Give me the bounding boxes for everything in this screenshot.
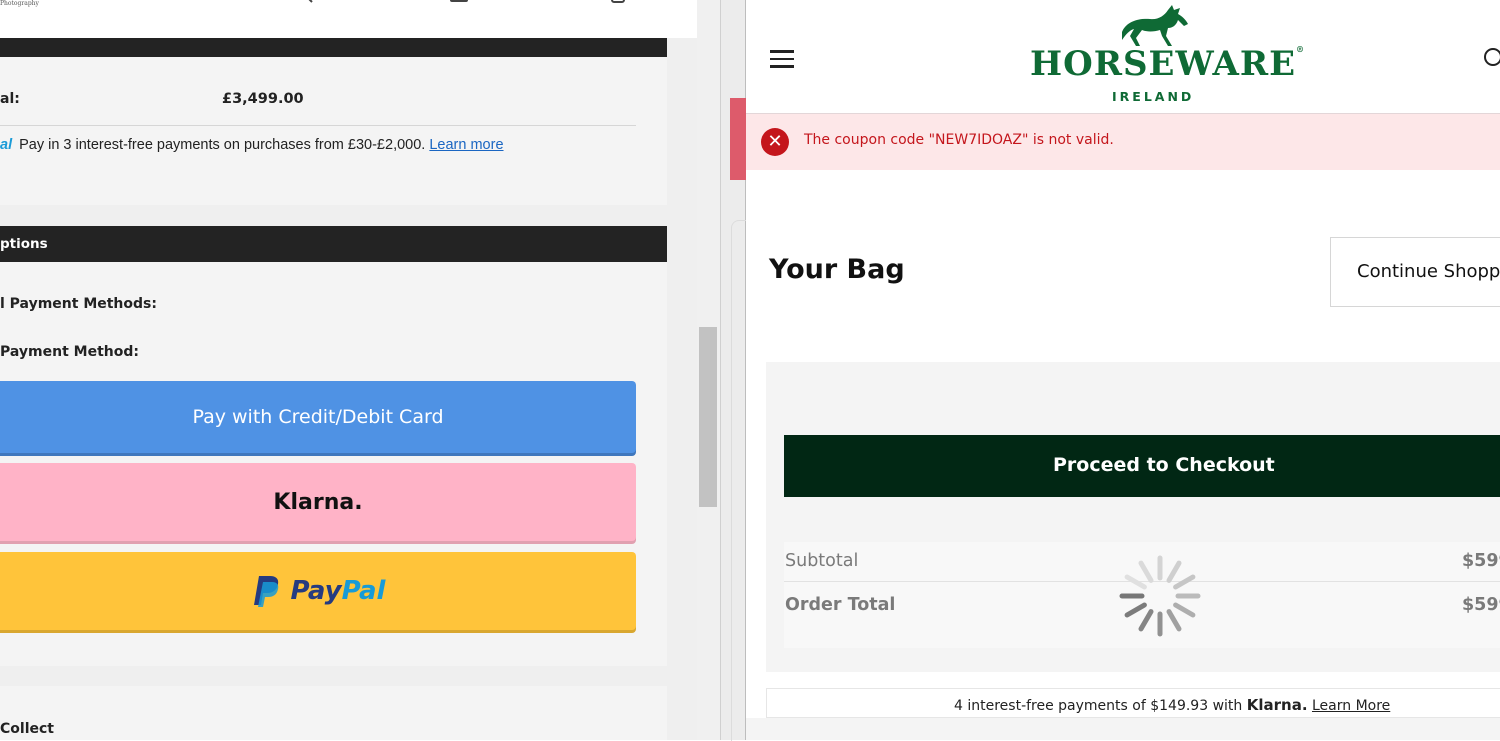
klarna-button[interactable]: Klarna. [0, 463, 636, 541]
hamburger-menu-icon[interactable] [770, 50, 794, 68]
paypal-button[interactable]: PayPal [0, 552, 636, 630]
klarna-installments-strip: 4 interest-free payments of $149.93 with… [766, 688, 1500, 718]
klarna-installments-text: 4 interest-free payments of $149.93 with… [954, 696, 1390, 714]
payment-options-heading: ptions [0, 236, 48, 252]
brand-wordmark: HORSEWARE® [1030, 44, 1306, 84]
klarna-button-label: Klarna. [273, 489, 363, 515]
order-total-panel: al: £3,499.00 al Pay in 3 interest-free p… [0, 57, 667, 205]
background-window-edge [731, 220, 747, 741]
order-total-value: $599 [1462, 595, 1500, 615]
order-total-label: Order Total [785, 595, 896, 615]
paypal-wordmark: PayPal [291, 576, 386, 606]
error-icon: ✕ [761, 128, 789, 156]
horse-logo-icon [1122, 5, 1188, 46]
horseware-logo[interactable]: HORSEWARE® IRELAND [1028, 0, 1304, 108]
search-icon[interactable] [296, 0, 316, 4]
collect-panel: Collect [0, 686, 667, 740]
pay-with-card-button[interactable]: Pay with Credit/Debit Card [0, 381, 636, 453]
left-header-logo-text: Photography [0, 0, 39, 7]
paypal-logo-fragment: al [0, 137, 13, 153]
total-label: al: [0, 91, 20, 107]
continue-shopping-button[interactable]: Continue Shopping [1330, 237, 1500, 307]
background-red-tab [730, 98, 746, 180]
coupon-error-alert: ✕ The coupon code "NEW7IDOAZ" is not val… [746, 114, 1500, 170]
account-icon[interactable] [449, 0, 469, 4]
payment-options-bar: ptions [0, 226, 667, 262]
window-split-divider[interactable] [720, 0, 747, 741]
paypal-word-pay: Pay [290, 576, 342, 606]
paypal-p-icon [253, 576, 278, 607]
klarna-brand: Klarna. [1246, 696, 1308, 714]
pay-with-card-label: Pay with Credit/Debit Card [192, 406, 444, 428]
total-divider [0, 125, 636, 126]
subtotal-value: $599 [1462, 551, 1500, 571]
left-scrollbar-thumb[interactable] [699, 327, 717, 507]
loading-spinner-icon [1119, 555, 1201, 637]
right-search-icon[interactable] [1484, 48, 1500, 66]
brand-name: HORSEWARE [1030, 44, 1297, 84]
bottom-area [746, 718, 1500, 740]
paypal-word-pal: Pal [341, 576, 386, 606]
subtotal-label: Subtotal [785, 551, 859, 571]
collect-label: Collect [0, 721, 54, 737]
left-section-bar-top [0, 38, 667, 57]
paypal-message-line: al Pay in 3 interest-free payments on pur… [0, 137, 504, 153]
payment-method-label: Payment Method: [0, 344, 139, 360]
klarna-learn-more-link[interactable]: Learn More [1312, 698, 1390, 714]
paypal-learn-more-link[interactable]: Learn more [429, 137, 503, 153]
klarna-message: 4 interest-free payments of $149.93 with [954, 698, 1243, 714]
total-value: £3,499.00 [222, 91, 304, 107]
proceed-to-checkout-button[interactable]: Proceed to Checkout [784, 435, 1500, 497]
page-title: Your Bag [769, 254, 905, 285]
brand-subtitle: IRELAND [1112, 89, 1195, 104]
paypal-message-text: Pay in 3 interest-free payments on purch… [19, 137, 426, 153]
cart-icon[interactable] [609, 0, 629, 4]
checkout-label: Proceed to Checkout [1053, 454, 1275, 476]
payment-methods-label: l Payment Methods: [0, 296, 157, 312]
coupon-error-message: The coupon code "NEW7IDOAZ" is not valid… [804, 132, 1114, 148]
left-top-header: Photography [0, 0, 697, 38]
left-browser-pane: Photography al: £3,499.00 al Pay in 3 int… [0, 0, 720, 740]
